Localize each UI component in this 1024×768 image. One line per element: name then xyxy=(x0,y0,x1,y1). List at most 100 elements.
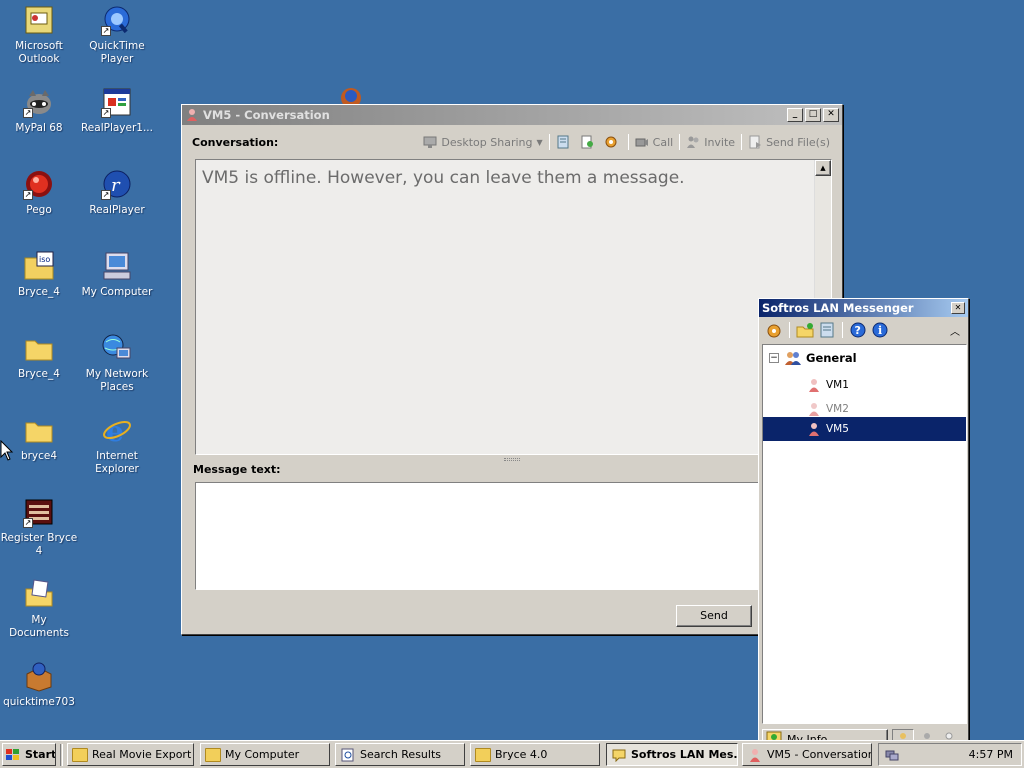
clock[interactable]: 4:57 PM xyxy=(969,748,1013,761)
toolbar-separator xyxy=(679,134,681,150)
taskbar: Start Real Movie Export My Computer Sear… xyxy=(0,740,1024,768)
desktop-icon-internet-explorer[interactable]: e Internet Explorer xyxy=(78,414,156,476)
start-button[interactable]: Start xyxy=(2,743,56,766)
partially-hidden-icon xyxy=(336,86,366,108)
close-button[interactable]: ✕ xyxy=(823,108,839,122)
messenger-window[interactable]: Softros LAN Messenger ✕ ? i ︿ − General … xyxy=(758,298,969,751)
help-button[interactable]: ? xyxy=(849,321,867,339)
messenger-icon xyxy=(611,748,627,762)
message-input[interactable] xyxy=(195,482,775,590)
maximize-button[interactable]: □ xyxy=(805,108,821,122)
pego-icon: ↗ xyxy=(23,168,55,200)
task-softros-messenger[interactable]: Softros LAN Mes... xyxy=(606,743,738,766)
messenger-titlebar[interactable]: Softros LAN Messenger ✕ xyxy=(759,299,968,317)
svg-text:e: e xyxy=(106,415,124,446)
invite-button[interactable]: Invite xyxy=(686,135,735,149)
task-search-results[interactable]: Search Results xyxy=(335,743,465,766)
info-icon: i xyxy=(872,322,888,338)
conversation-toolbar: Conversation: Desktop Sharing ▼ Call Inv… xyxy=(182,131,842,153)
desktop-sharing-button[interactable]: Desktop Sharing ▼ xyxy=(423,135,543,149)
task-real-movie-export[interactable]: Real Movie Export xyxy=(67,743,194,766)
conversation-window[interactable]: VM5 - Conversation _ □ ✕ Conversation: D… xyxy=(181,104,843,635)
desktop-icon-outlook[interactable]: Microsoft Outlook xyxy=(0,4,78,66)
desktop-icon-bryce-folder[interactable]: Bryce_4 xyxy=(0,332,78,381)
desktop-icon-my-documents[interactable]: My Documents xyxy=(0,578,78,640)
conversation-history[interactable]: VM5 is offline. However, you can leave t… xyxy=(195,159,832,455)
open-folder-button[interactable] xyxy=(796,321,814,339)
taskbar-separator xyxy=(60,744,63,766)
history-button[interactable] xyxy=(818,321,836,339)
realplayer-window-icon: ↗ xyxy=(101,86,133,118)
send-button[interactable]: Send xyxy=(676,605,752,627)
history-button[interactable] xyxy=(556,135,574,149)
quicktime-icon: ↗ xyxy=(101,4,133,36)
shortcut-arrow-icon: ↗ xyxy=(23,518,33,528)
messenger-toolbar: ? i ︿ xyxy=(759,319,968,341)
contact-info-button[interactable] xyxy=(580,135,598,149)
about-button[interactable]: i xyxy=(871,321,889,339)
desktop-icon-mypal[interactable]: ↗ MyPal 68 xyxy=(0,86,78,135)
collapse-chevron-icon[interactable]: ︿ xyxy=(950,323,960,338)
shortcut-arrow-icon: ↗ xyxy=(23,108,33,118)
internet-explorer-icon: e xyxy=(101,414,133,448)
minimize-button[interactable]: _ xyxy=(787,108,803,122)
contact-list[interactable]: − General VM1 VM2 VM5 xyxy=(762,344,967,724)
toolbar-separator xyxy=(789,322,790,338)
svg-text:i: i xyxy=(878,324,882,337)
desktop-icon-pego[interactable]: ↗ Pego xyxy=(0,168,78,217)
contact-item-selected[interactable]: VM5 xyxy=(763,417,966,441)
gear-icon xyxy=(604,135,618,149)
svg-text:?: ? xyxy=(855,324,861,337)
camera-icon xyxy=(635,135,649,149)
task-vm5-conversation[interactable]: VM5 - Conversation xyxy=(742,743,872,766)
desktop-icon-realplayer[interactable]: r ↗ RealPlayer xyxy=(78,168,156,217)
realplayer-icon: r ↗ xyxy=(101,168,133,200)
message-text-label: Message text: xyxy=(193,463,281,476)
tray-network-icon[interactable] xyxy=(885,748,899,762)
desktop-icon-register-bryce[interactable]: ↗ Register Bryce 4 xyxy=(0,496,78,558)
call-button[interactable]: Call xyxy=(635,135,673,149)
iso-badge-text: iso xyxy=(39,255,50,264)
settings-button[interactable] xyxy=(765,321,783,339)
folder-icon xyxy=(23,414,55,446)
folder-icon xyxy=(72,747,88,762)
conversation-titlebar[interactable]: VM5 - Conversation _ □ ✕ xyxy=(182,105,842,125)
document-user-icon xyxy=(580,135,594,149)
contact-item[interactable]: VM1 xyxy=(807,375,849,395)
shortcut-arrow-icon: ↗ xyxy=(101,26,111,36)
help-icon: ? xyxy=(850,322,866,338)
desktop-icon-bryce-iso[interactable]: iso Bryce_4 xyxy=(0,250,78,299)
splitter-grip[interactable] xyxy=(504,458,520,461)
contact-item[interactable]: VM2 xyxy=(807,399,849,419)
desktop-icon-quicktime703[interactable]: quicktime703 xyxy=(0,660,78,709)
desktop-icon-my-computer[interactable]: My Computer xyxy=(78,250,156,299)
group-general[interactable]: − General xyxy=(769,351,857,365)
system-tray: 4:57 PM xyxy=(878,743,1022,766)
task-bryce[interactable]: Bryce 4.0 xyxy=(470,743,600,766)
scroll-up-button[interactable]: ▲ xyxy=(815,160,831,176)
settings-button[interactable] xyxy=(604,135,622,149)
invite-users-icon xyxy=(686,135,700,149)
gear-icon xyxy=(767,324,781,338)
register-icon: ↗ xyxy=(23,496,55,528)
messenger-title: Softros LAN Messenger xyxy=(762,301,914,315)
raccoon-icon: ↗ xyxy=(23,86,55,118)
folder-icon xyxy=(23,332,55,364)
user-icon xyxy=(807,422,821,436)
notebook-icon xyxy=(820,322,834,338)
desktop-icon-realplayer1[interactable]: ↗ RealPlayer1... xyxy=(78,86,156,135)
chevron-down-icon: ▼ xyxy=(536,137,543,147)
folder-icon xyxy=(205,747,221,762)
computer-icon xyxy=(101,250,133,282)
collapse-box-icon[interactable]: − xyxy=(769,353,779,363)
svg-text:r: r xyxy=(111,175,121,196)
desktop-icon-network-places[interactable]: My Network Places xyxy=(78,332,156,394)
desktop-icon-quicktime[interactable]: ↗ QuickTime Player xyxy=(78,4,156,66)
messenger-close-button[interactable]: ✕ xyxy=(951,302,965,314)
search-results-icon xyxy=(340,748,356,762)
send-files-button[interactable]: Send File(s) xyxy=(748,135,830,149)
shortcut-arrow-icon: ↗ xyxy=(101,108,111,118)
shortcut-arrow-icon: ↗ xyxy=(101,190,111,200)
task-my-computer[interactable]: My Computer xyxy=(200,743,330,766)
conversation-title: VM5 - Conversation xyxy=(203,108,330,122)
